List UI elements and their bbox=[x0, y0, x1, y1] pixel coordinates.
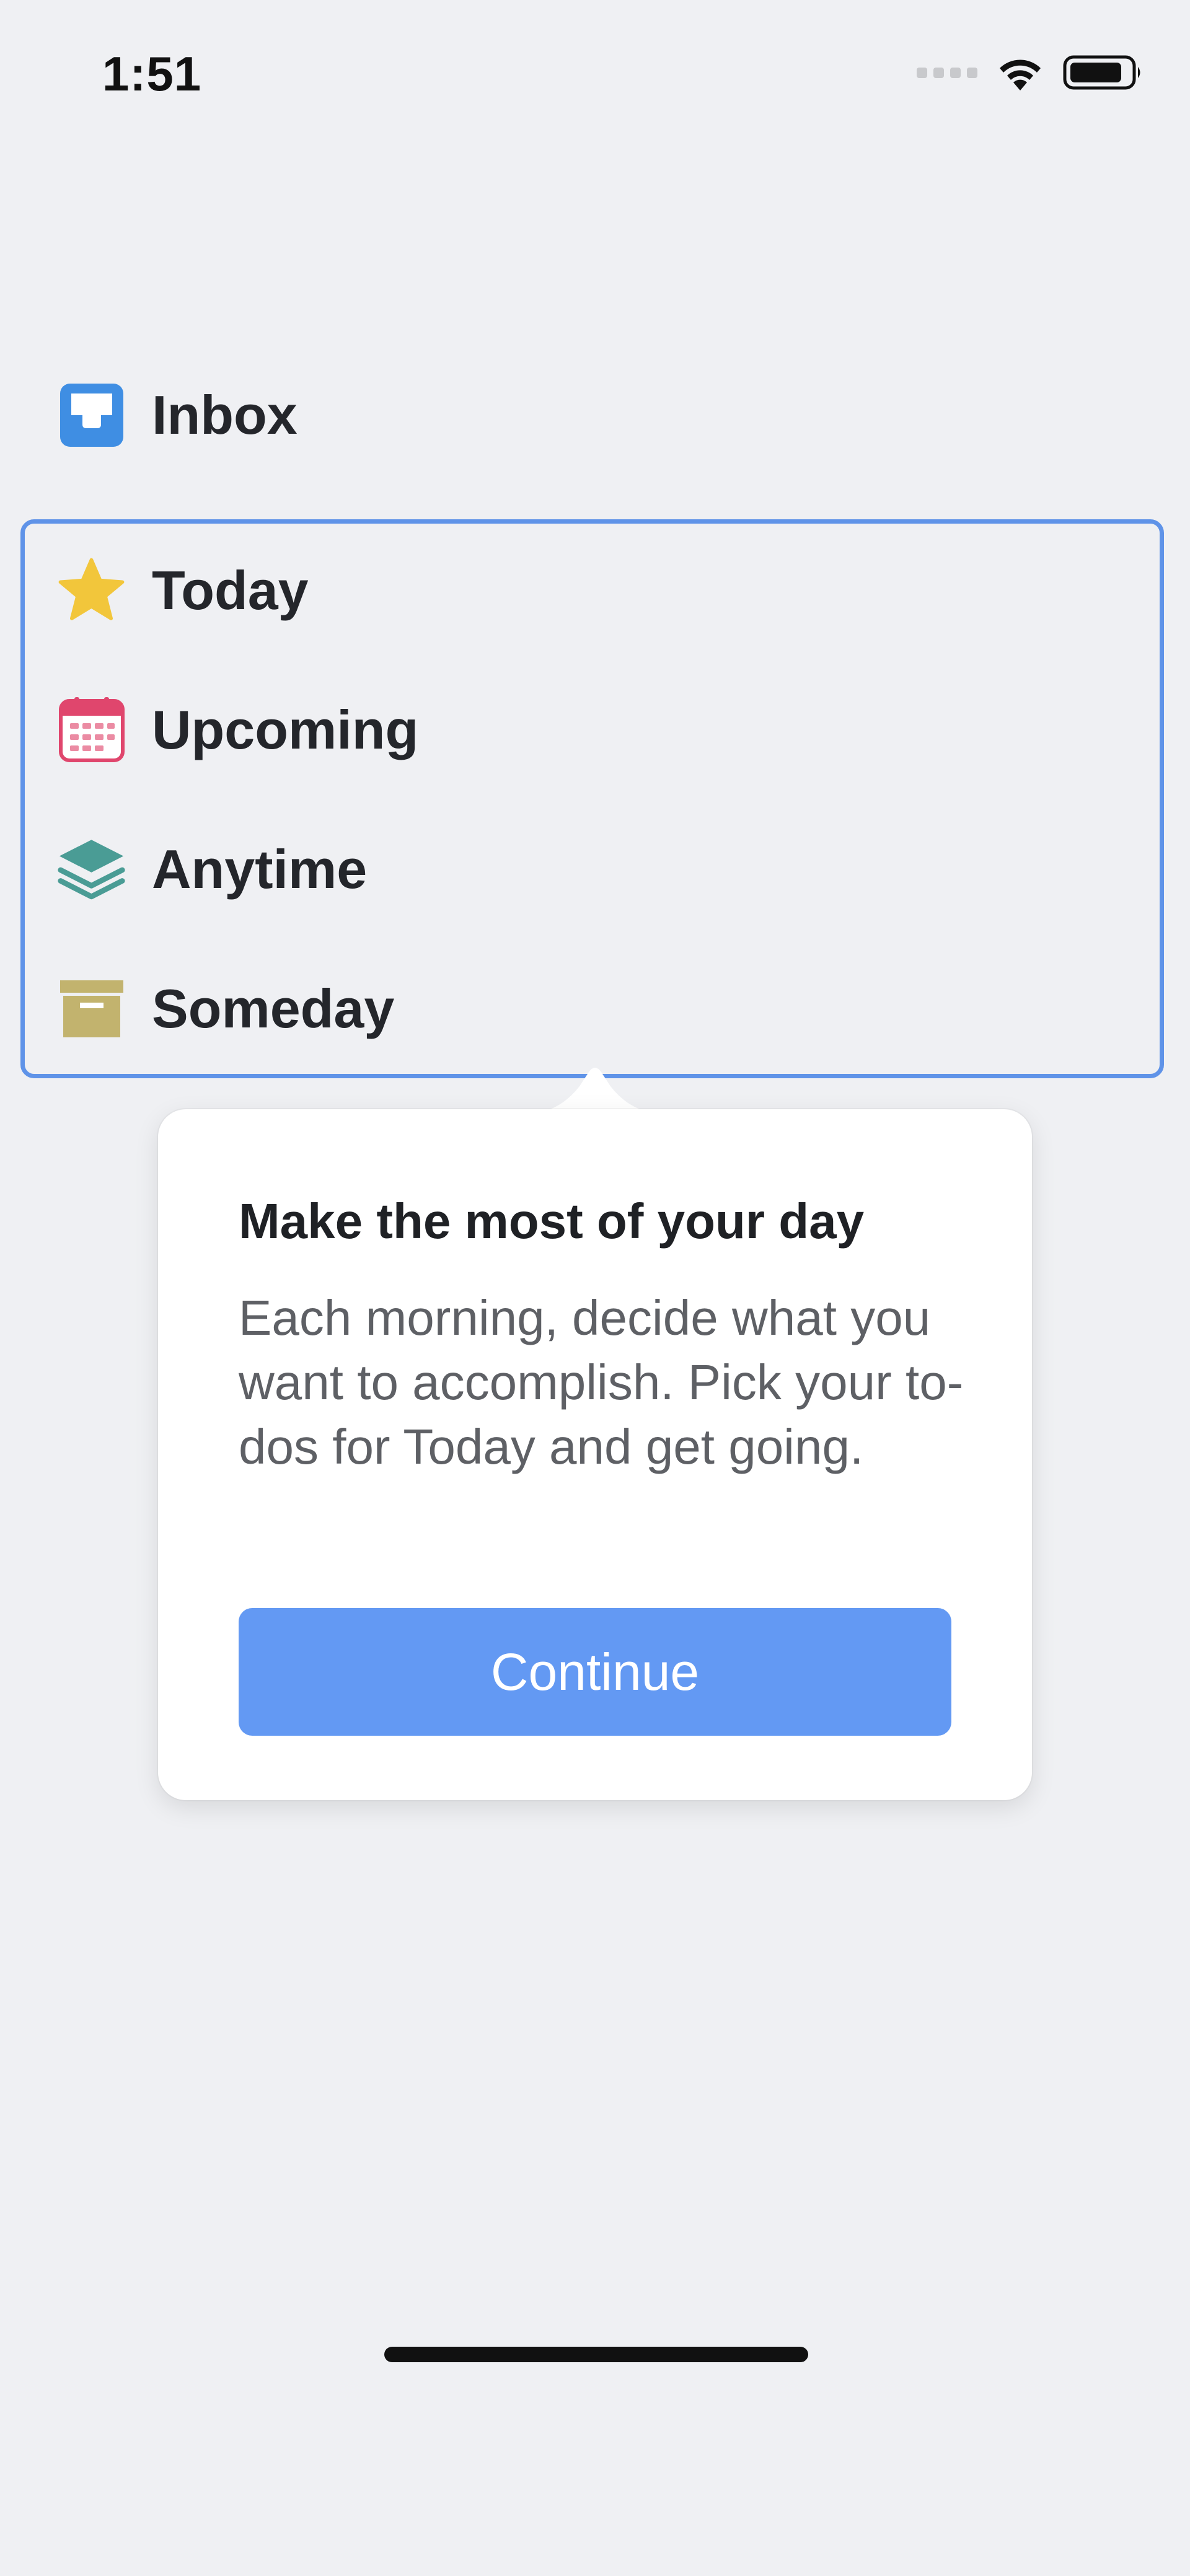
sidebar-item-label: Today bbox=[152, 560, 309, 621]
onboarding-tooltip: Make the most of your day Each morning, … bbox=[158, 1109, 1032, 1800]
sidebar-item-someday[interactable]: Someday bbox=[56, 969, 394, 1049]
wifi-icon bbox=[1000, 59, 1041, 90]
sidebar-item-inbox[interactable]: Inbox bbox=[56, 375, 298, 455]
star-icon bbox=[56, 555, 127, 626]
continue-button[interactable]: Continue bbox=[239, 1608, 951, 1736]
cellular-signal-icon bbox=[917, 67, 977, 78]
tooltip-title: Make the most of your day bbox=[239, 1193, 865, 1249]
status-time: 1:51 bbox=[102, 46, 202, 101]
sidebar-item-upcoming[interactable]: Upcoming bbox=[56, 690, 418, 770]
tooltip-arrow bbox=[524, 1068, 666, 1114]
sidebar-item-label: Inbox bbox=[152, 384, 298, 446]
sidebar-item-label: Anytime bbox=[152, 838, 368, 900]
sidebar-item-anytime[interactable]: Anytime bbox=[56, 829, 367, 910]
screen: 1:51 Inbox Today Upcoming Anytime Someda… bbox=[0, 0, 1190, 2576]
inbox-icon bbox=[56, 380, 127, 451]
status-icons bbox=[917, 51, 1144, 94]
sidebar-item-label: Upcoming bbox=[152, 699, 419, 760]
archive-box-icon bbox=[56, 974, 127, 1045]
home-indicator[interactable] bbox=[384, 2347, 808, 2362]
calendar-icon bbox=[56, 695, 127, 766]
tooltip-body: Each morning, decide what you want to ac… bbox=[239, 1290, 964, 1474]
battery-icon bbox=[1063, 55, 1140, 90]
sidebar-item-today[interactable]: Today bbox=[56, 550, 309, 631]
sidebar-item-label: Someday bbox=[152, 978, 395, 1039]
layers-icon bbox=[56, 834, 127, 905]
